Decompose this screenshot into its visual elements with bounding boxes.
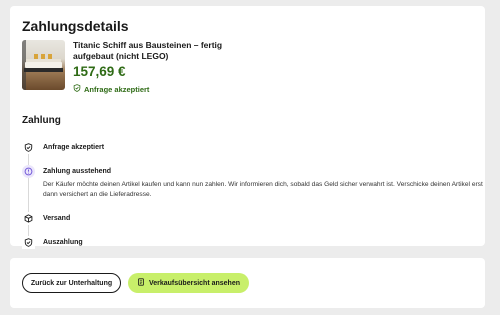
shield-check-icon	[22, 236, 35, 249]
step-label: Zahlung ausstehend	[43, 168, 112, 175]
payment-timeline: Anfrage akzeptiert Zahlung ausstehend De…	[22, 132, 483, 249]
document-icon	[137, 278, 145, 288]
step-label: Versand	[43, 215, 71, 222]
payment-details-card: Zahlungsdetails Titanic Schiff aus Baust…	[10, 6, 485, 249]
product-image[interactable]	[22, 40, 65, 90]
box-icon	[22, 212, 35, 225]
offer-status: Anfrage akzeptiert	[73, 84, 149, 94]
product-title[interactable]: Titanic Schiff aus Bausteinen – fertig a…	[73, 40, 243, 62]
product-price: 157,69 €	[73, 64, 126, 79]
shield-check-icon	[73, 84, 81, 94]
action-bar: Zurück zur Unterhaltung Verkaufsübersich…	[10, 258, 485, 308]
step-shipping: Versand	[22, 212, 70, 225]
page-title: Zahlungsdetails	[22, 18, 129, 34]
payment-pending-description: Der Käufer möchte deinen Artikel kaufen …	[43, 181, 483, 198]
step-request-accepted: Anfrage akzeptiert	[22, 141, 104, 154]
timeline-line	[28, 150, 29, 240]
payment-section-title: Zahlung	[22, 115, 61, 126]
view-sales-overview-button[interactable]: Verkaufsübersicht ansehen	[128, 273, 249, 293]
offer-status-label: Anfrage akzeptiert	[84, 84, 150, 94]
step-payout: Auszahlung	[22, 236, 83, 249]
clock-icon	[22, 165, 35, 178]
view-sales-overview-label: Verkaufsübersicht ansehen	[148, 279, 241, 287]
step-payment-pending: Zahlung ausstehend	[22, 165, 111, 178]
shield-check-icon	[22, 141, 35, 154]
step-label: Anfrage akzeptiert	[43, 144, 105, 151]
step-label: Auszahlung	[43, 239, 83, 246]
back-to-conversation-button[interactable]: Zurück zur Unterhaltung	[22, 273, 121, 293]
